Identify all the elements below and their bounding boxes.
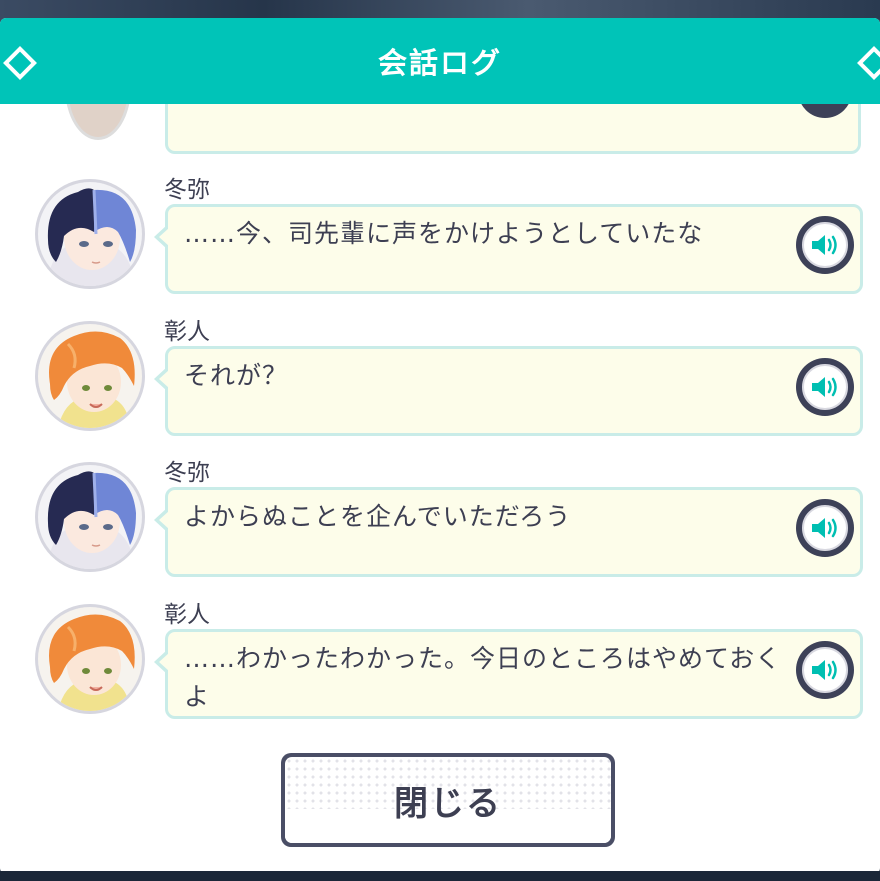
dialog-header: 会話ログ [0, 18, 880, 104]
voice-play-button[interactable] [796, 358, 854, 416]
log-entry: 彰人 ……わかったわかった。今日のところはやめておくよ [0, 595, 880, 725]
speaker-icon [812, 377, 837, 397]
conversation-log-dialog: 会話ログ 冬弥 ……今、司先輩に声をかけようとしていたな 彰人 それが？ 冬弥 … [0, 18, 880, 874]
speaker-name: 彰人 [164, 602, 210, 628]
akito-avatar-icon [38, 607, 142, 711]
message-bubble: よからぬことを企んでいただろう [154, 487, 863, 577]
background-scene [0, 0, 880, 20]
toya-avatar-icon [38, 465, 142, 569]
message-text: ……今、司先輩に声をかけようとしていたな [184, 219, 704, 248]
message-text: それが？ [184, 361, 289, 390]
message-bubble: それが？ [154, 346, 863, 436]
diamond-ornament-icon [3, 46, 37, 80]
speaker-icon [812, 518, 837, 538]
log-entry: 彰人 それが？ [0, 312, 880, 442]
speaker-name: 冬弥 [164, 177, 210, 203]
avatar [65, 104, 131, 140]
message-bubble: ……今、司先輩に声をかけようとしていたな [154, 204, 863, 294]
voice-play-button[interactable] [796, 641, 854, 699]
background-scene-bottom [0, 871, 880, 881]
message-bubble [165, 104, 861, 154]
close-button[interactable]: 閉じる [281, 753, 615, 847]
message-text: よからぬことを企んでいただろう [184, 502, 572, 531]
speaker-icon [812, 660, 837, 680]
speaker-icon [812, 235, 837, 255]
akito-avatar-icon [38, 324, 142, 428]
diamond-ornament-icon [857, 46, 880, 80]
dialog-title: 会話ログ [377, 46, 502, 80]
message-text: ……わかったわかった。今日のところはやめておくよ [184, 644, 782, 711]
log-entry: 冬弥 よからぬことを企んでいただろう [0, 453, 880, 583]
toya-avatar-icon [38, 182, 142, 286]
voice-play-button[interactable] [796, 216, 854, 274]
log-list[interactable]: 冬弥 ……今、司先輩に声をかけようとしていたな 彰人 それが？ 冬弥 よからぬこ… [0, 104, 880, 734]
log-entry: 冬弥 ……今、司先輩に声をかけようとしていたな [0, 170, 880, 300]
message-bubble: ……わかったわかった。今日のところはやめておくよ [154, 629, 863, 719]
close-button-label: 閉じる [394, 783, 502, 824]
speaker-name: 冬弥 [164, 460, 210, 486]
speaker-name: 彰人 [164, 319, 210, 345]
voice-play-button[interactable] [796, 499, 854, 557]
